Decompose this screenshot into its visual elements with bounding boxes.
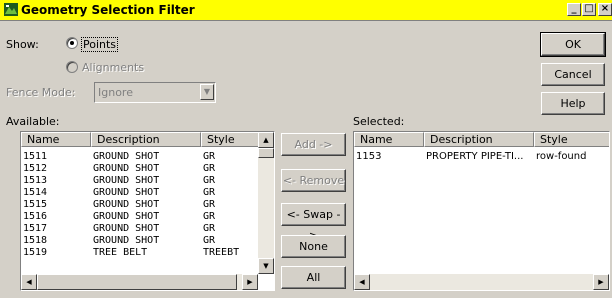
available-vertical-scrollbar[interactable]: ▲ ▼ [258,132,274,274]
row-description: GROUND SHOT [93,187,160,198]
selected-list[interactable]: Name Description Style 1153 PROPERTY PIP… [353,131,610,291]
row-style: GR [203,223,216,234]
show-label: Show: [6,38,39,51]
available-label: Available: [6,115,60,128]
add-button[interactable]: Add -> [281,133,346,156]
close-button[interactable]: × [598,3,612,16]
row-description: GROUND SHOT [93,211,160,222]
table-row[interactable]: 1518 GROUND SHOT GR [21,235,260,247]
scroll-thumb[interactable] [258,148,274,158]
points-label[interactable]: Points [80,37,119,52]
row-style: GR [203,235,216,246]
points-radio[interactable] [66,37,78,49]
row-description: PROPERTY PIPE-TI... [426,151,524,162]
selected-header-style[interactable]: Style [534,132,609,147]
selected-header-name[interactable]: Name [354,132,424,147]
row-name: 1512 [23,163,48,174]
window-title: Geometry Selection Filter [21,3,195,17]
row-name: 1511 [23,151,48,162]
table-row[interactable]: 1514 GROUND SHOT GR [21,187,260,199]
scroll-down-icon[interactable]: ▼ [258,258,274,274]
row-style: row-found [536,151,587,162]
none-button[interactable]: None [281,235,346,258]
row-name: 1516 [23,211,48,222]
alignments-label: Alignments [82,61,145,74]
table-row[interactable]: 1519 TREE BELT TREEBT [21,247,260,259]
row-description: GROUND SHOT [93,175,160,186]
selected-horizontal-scrollbar[interactable]: ◀ ▶ [354,274,609,290]
selected-header-description[interactable]: Description [424,132,534,147]
remove-button[interactable]: <- Remove [281,169,346,192]
row-name: 1514 [23,187,48,198]
row-style: GR [203,163,216,174]
app-icon [4,3,18,16]
available-header-name[interactable]: Name [21,132,91,147]
minimize-button[interactable]: _ [567,3,581,16]
row-style: TREEBT [203,247,240,258]
help-button[interactable]: Help [541,92,605,115]
row-style: GR [203,175,216,186]
scroll-right-icon[interactable]: ▶ [593,274,609,290]
table-row[interactable]: 1517 GROUND SHOT GR [21,223,260,235]
row-description: TREE BELT [93,247,148,258]
scroll-left-icon[interactable]: ◀ [21,274,37,290]
title-bar[interactable]: Geometry Selection Filter _ □ × [0,0,612,21]
chevron-down-icon[interactable]: ▼ [200,84,214,100]
ok-button[interactable]: OK [540,32,606,57]
row-description: GROUND SHOT [93,199,160,210]
fence-mode-label: Fence Mode: [6,86,76,99]
scroll-up-icon[interactable]: ▲ [258,132,274,148]
available-header-style[interactable]: Style [201,132,260,147]
scroll-thumb[interactable] [37,274,237,290]
row-name: 1515 [23,199,48,210]
selected-label: Selected: [353,115,405,128]
row-name: 1519 [23,247,48,258]
available-horizontal-scrollbar[interactable]: ◀ ▶ [21,274,258,290]
alignments-radio[interactable] [66,61,78,73]
cancel-button[interactable]: Cancel [541,63,605,86]
table-row[interactable]: 1512 GROUND SHOT GR [21,163,260,175]
table-row[interactable]: 1153 PROPERTY PIPE-TI... row-found [354,151,609,163]
scroll-right-icon[interactable]: ▶ [242,274,258,290]
radio-selected-dot [70,41,74,45]
row-style: GR [203,199,216,210]
maximize-button[interactable]: □ [582,3,596,16]
row-name: 1153 [356,151,382,162]
fence-mode-value: Ignore [98,86,133,99]
available-header-description[interactable]: Description [91,132,201,147]
table-row[interactable]: 1516 GROUND SHOT GR [21,211,260,223]
row-description: GROUND SHOT [93,163,160,174]
swap-button[interactable]: <- Swap -> [281,203,346,242]
table-row[interactable]: 1511 GROUND SHOT GR [21,151,260,163]
row-style: GR [203,187,216,198]
fence-mode-select[interactable]: Ignore ▼ [94,82,216,103]
row-description: GROUND SHOT [93,235,160,246]
row-description: GROUND SHOT [93,223,160,234]
row-description: GROUND SHOT [93,151,160,162]
row-style: GR [203,151,216,162]
row-style: GR [203,211,216,222]
row-name: 1517 [23,223,48,234]
available-list[interactable]: Name Description Style 1511 GROUND SHOT … [20,131,275,291]
row-name: 1513 [23,175,48,186]
table-row[interactable]: 1515 GROUND SHOT GR [21,199,260,211]
all-button[interactable]: All [281,266,346,289]
row-name: 1518 [23,235,48,246]
table-row[interactable]: 1513 GROUND SHOT GR [21,175,260,187]
scroll-left-icon[interactable]: ◀ [354,274,370,290]
